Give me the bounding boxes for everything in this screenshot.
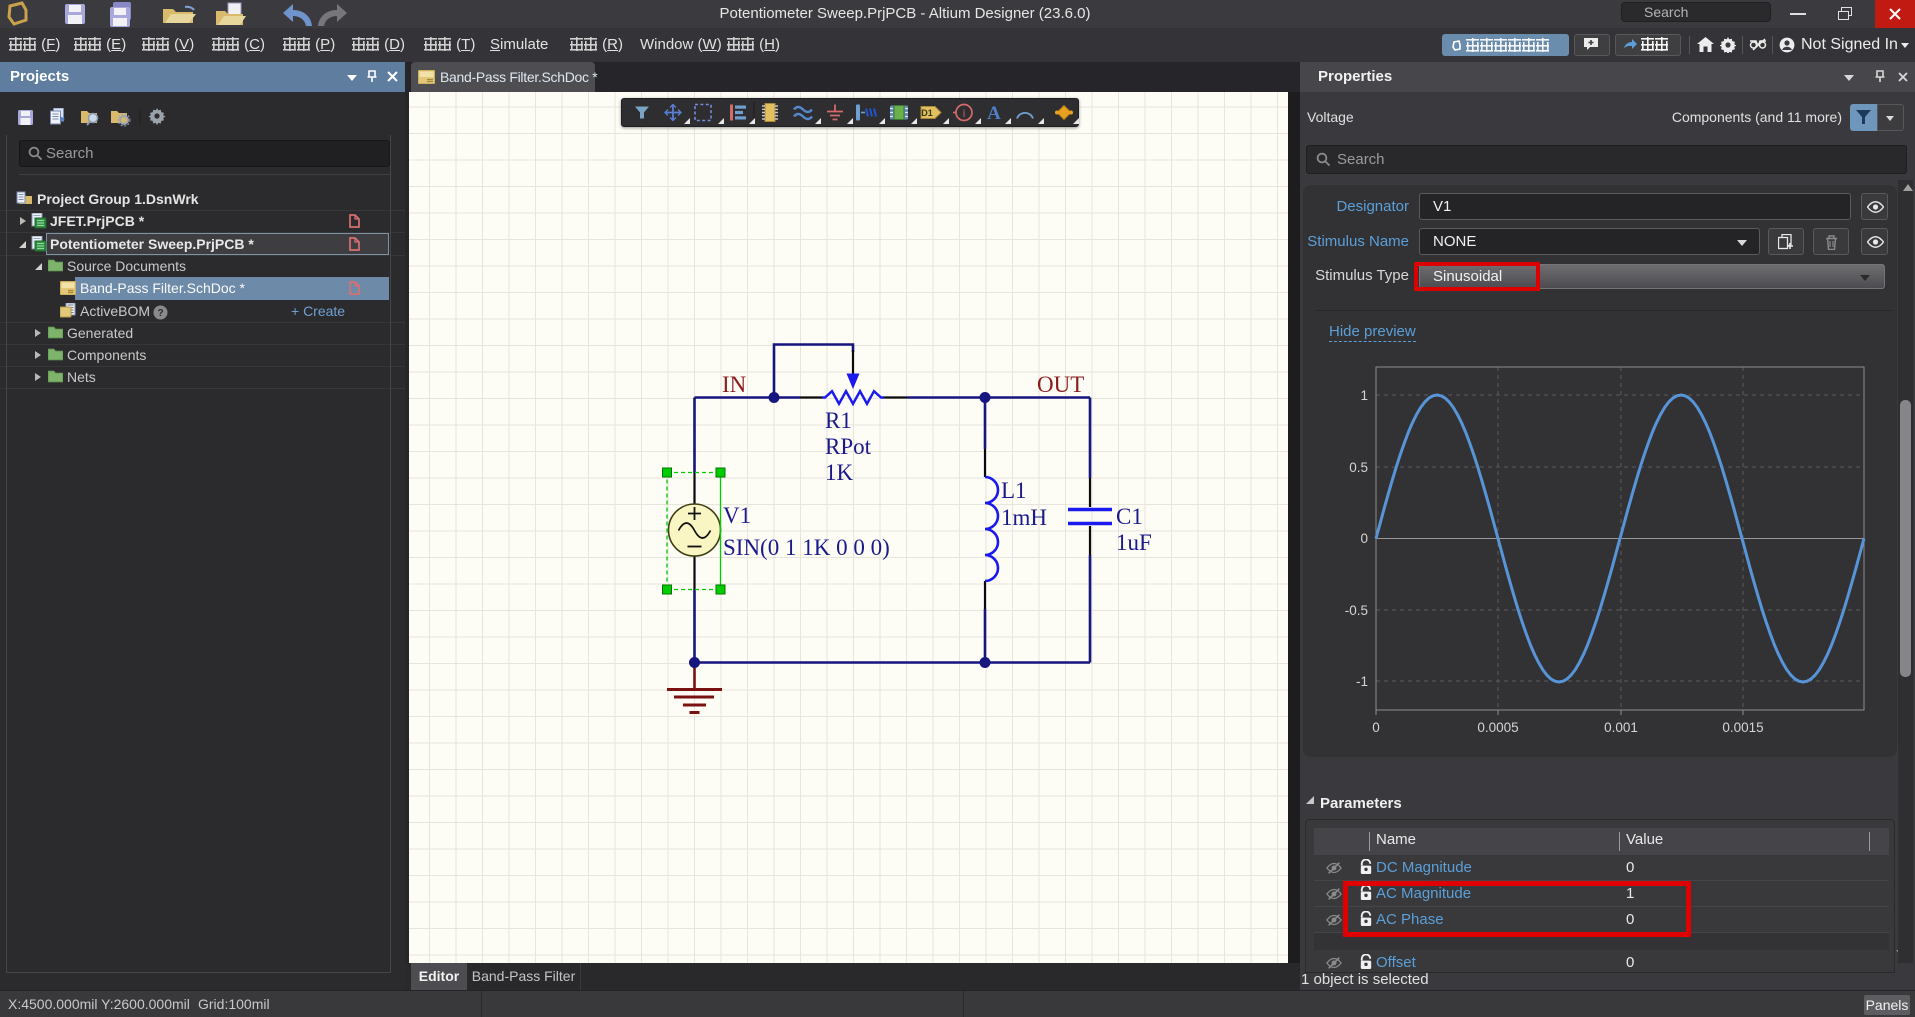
svg-text:SIN(0 1 1K 0 0 0): SIN(0 1 1K 0 0 0) — [723, 535, 890, 560]
svg-text:0.0015: 0.0015 — [1722, 720, 1763, 735]
svg-text:1uF: 1uF — [1116, 530, 1152, 555]
svg-text:D1: D1 — [921, 108, 933, 118]
svg-text:0.5: 0.5 — [1349, 460, 1368, 475]
svg-text:V1: V1 — [723, 503, 751, 528]
svg-text:0: 0 — [1360, 531, 1368, 546]
svg-text:1K: 1K — [825, 460, 854, 485]
svg-text:OUT: OUT — [1037, 372, 1084, 397]
svg-text:IN: IN — [722, 372, 747, 397]
svg-text:A: A — [987, 103, 1001, 124]
svg-text:R1: R1 — [825, 408, 852, 433]
svg-text:i: i — [962, 108, 965, 120]
svg-text:C1: C1 — [1116, 504, 1143, 529]
svg-text:RPot: RPot — [825, 434, 872, 459]
svg-text:-0.5: -0.5 — [1345, 603, 1368, 618]
svg-text:0: 0 — [1372, 720, 1380, 735]
svg-text:?: ? — [157, 308, 163, 319]
svg-text:0.0005: 0.0005 — [1477, 720, 1518, 735]
svg-text:-1: -1 — [1356, 674, 1368, 689]
svg-text:1: 1 — [1360, 388, 1368, 403]
svg-text:L1: L1 — [1001, 478, 1027, 503]
svg-text:1mH: 1mH — [1001, 505, 1047, 530]
svg-text:0.001: 0.001 — [1604, 720, 1638, 735]
